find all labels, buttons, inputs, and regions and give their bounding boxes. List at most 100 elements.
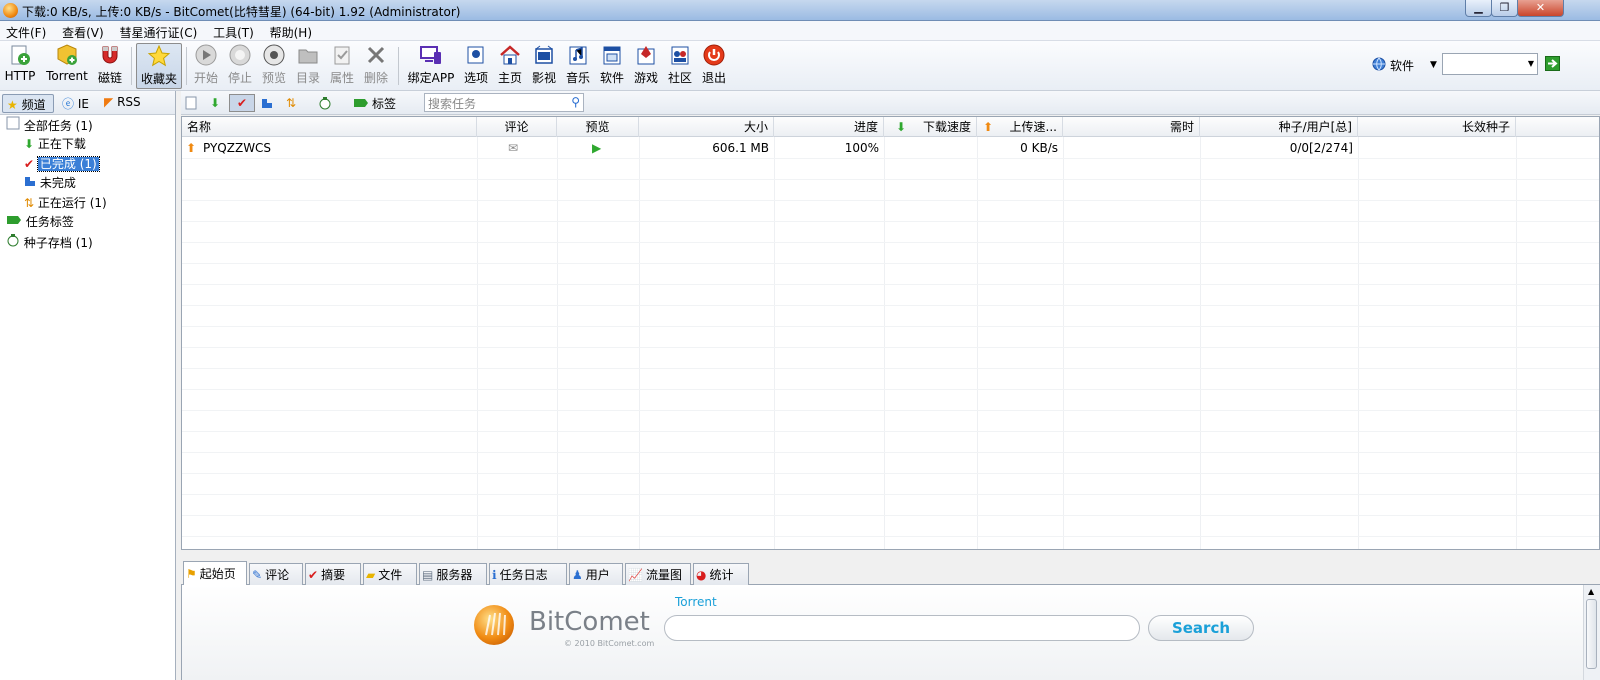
label-filter-button[interactable]: 标签 xyxy=(353,94,396,112)
torrent-button[interactable]: Torrent xyxy=(43,43,91,89)
filter-completed-button[interactable]: ✔ xyxy=(229,94,255,112)
options-icon xyxy=(464,43,488,67)
menu-help[interactable]: 帮助(H) xyxy=(264,21,318,41)
bind-app-button[interactable]: 绑定APP xyxy=(404,43,458,89)
start-button[interactable]: 开始 xyxy=(190,43,222,89)
filter-all-button[interactable] xyxy=(181,94,201,112)
preview-button[interactable]: 预览 xyxy=(258,43,290,89)
magnet-label: 磁链 xyxy=(97,71,122,85)
tree-completed[interactable]: ✔ 已完成 (1) xyxy=(24,155,100,174)
tab-label: 文件 xyxy=(378,567,403,582)
music-button[interactable]: 音乐 xyxy=(562,43,594,89)
column-header-size[interactable]: 大小 xyxy=(639,117,774,137)
column-header-progress[interactable]: 进度 xyxy=(774,117,884,137)
tree-label: 全部任务 (1) xyxy=(23,119,93,133)
tree-torrent-archive[interactable]: 种子存档 (1) xyxy=(6,233,93,252)
vertical-scrollbar[interactable]: ▲ xyxy=(1583,585,1600,680)
copyright-text: © 2010 BitComet.com xyxy=(564,639,655,648)
tab-ie[interactable]: ⓔ IE xyxy=(58,94,94,113)
menu-file[interactable]: 文件(F) xyxy=(0,21,52,41)
scrollbar-thumb[interactable] xyxy=(1586,599,1597,669)
detail-tab-bar: ⚑ 起始页 ✎ 评论 ✔ 摘要 ▰ 文件 ▤ 服务器 ℹ 任务日志 ♟ 用户 📈 流量图 ◕ 统计 xyxy=(181,561,1600,586)
software-button[interactable]: 软件 xyxy=(596,43,628,89)
exit-button[interactable]: 退出 xyxy=(698,43,730,89)
tab-statistics[interactable]: ◕ 统计 xyxy=(693,563,749,585)
torrent-search-button[interactable]: Search xyxy=(1148,615,1254,641)
row-divider xyxy=(182,473,1599,474)
task-search-input[interactable]: 搜索任务 ⚲ xyxy=(424,93,584,112)
arrow-down-green-icon: ⬇ xyxy=(896,120,907,134)
community-button[interactable]: 社区 xyxy=(664,43,696,89)
menu-passport[interactable]: 彗星通行证(C) xyxy=(114,21,204,41)
delete-button[interactable]: 删除 xyxy=(360,43,392,89)
filter-incomplete-button[interactable] xyxy=(257,94,277,112)
column-divider xyxy=(477,137,478,549)
tab-start-page[interactable]: ⚑ 起始页 xyxy=(183,561,247,586)
task-list-header: 名称 评论 预览 大小 进度 ⬇ 下载速度 ⬆ 上传速... 需时 种子/用户[… xyxy=(182,117,1599,137)
restore-button[interactable]: ❐ xyxy=(1491,0,1518,17)
column-header-eta[interactable]: 需时 xyxy=(1063,117,1200,137)
filter-archive-button[interactable] xyxy=(315,94,335,112)
video-button[interactable]: 影视 xyxy=(528,43,560,89)
tab-traffic-graph[interactable]: 📈 流量图 xyxy=(625,563,691,585)
torrent-search-input[interactable] xyxy=(664,615,1140,641)
tag-icon xyxy=(6,215,22,229)
close-button[interactable]: ✕ xyxy=(1517,0,1564,17)
filter-running-button[interactable]: ⇅ xyxy=(281,94,301,112)
tab-task-log[interactable]: ℹ 任务日志 xyxy=(489,563,567,585)
search-combo[interactable]: ▼ xyxy=(1442,53,1538,75)
chart-icon: 📈 xyxy=(628,567,643,582)
http-button[interactable]: HTTP xyxy=(3,43,37,89)
column-header-upload-speed[interactable]: ⬆ 上传速... xyxy=(977,117,1063,137)
minimize-button[interactable]: ▁ xyxy=(1465,0,1492,17)
favorites-button[interactable]: 收藏夹 xyxy=(136,43,182,89)
row-divider xyxy=(182,347,1599,348)
menu-view[interactable]: 查看(V) xyxy=(56,21,110,41)
tree-all-tasks[interactable]: 全部任务 (1) xyxy=(6,116,93,135)
tree-downloading[interactable]: ⬇ 正在下载 xyxy=(24,135,86,154)
column-header-comments[interactable]: 评论 xyxy=(477,117,557,137)
stop-button[interactable]: 停止 xyxy=(224,43,256,89)
options-button[interactable]: 选项 xyxy=(460,43,492,89)
page-icon xyxy=(185,96,197,110)
tree-incomplete[interactable]: 未完成 xyxy=(24,174,76,193)
menu-tools[interactable]: 工具(T) xyxy=(207,21,260,41)
comment-envelope-icon[interactable]: ✉ xyxy=(508,138,518,158)
column-header-long-seeds[interactable]: 长效种子 xyxy=(1358,117,1516,137)
home-button[interactable]: 主页 xyxy=(494,43,526,89)
tab-comments[interactable]: ✎ 评论 xyxy=(249,563,303,585)
go-arrow-button[interactable] xyxy=(1545,56,1560,71)
properties-label: 属性 xyxy=(329,71,354,85)
properties-button[interactable]: 属性 xyxy=(326,43,358,89)
tree-task-labels[interactable]: 任务标签 xyxy=(6,213,74,232)
table-row[interactable]: ⬆ PYQZZWCS ✉ ▶ 606.1 MB 100% 0 KB/s 0/0[… xyxy=(182,138,1599,158)
preview-play-icon[interactable]: ▶ xyxy=(592,138,601,158)
column-header-name[interactable]: 名称 xyxy=(182,117,477,137)
left-panel: ★ 频道 ⓔ IE ◤ RSS 全部任务 (1) ⬇ 正在下载 ✔ 已完成 (1… xyxy=(0,91,176,680)
scroll-up-icon[interactable]: ▲ xyxy=(1588,587,1594,596)
tree-running[interactable]: ⇅ 正在运行 (1) xyxy=(24,194,107,213)
search-category-select[interactable]: 软件 ▼ xyxy=(1372,56,1442,74)
video-icon xyxy=(532,43,556,67)
filter-downloading-button[interactable]: ⬇ xyxy=(205,94,225,112)
tab-files[interactable]: ▰ 文件 xyxy=(363,563,417,585)
games-button[interactable]: 游戏 xyxy=(630,43,662,89)
tab-channels[interactable]: ★ 频道 xyxy=(2,94,54,113)
tab-rss[interactable]: ◤ RSS xyxy=(100,94,148,113)
all-tasks-icon xyxy=(6,116,20,133)
column-header-seeds-peers[interactable]: 种子/用户[总] xyxy=(1200,117,1358,137)
column-header-preview[interactable]: 预览 xyxy=(557,117,639,137)
directory-button[interactable]: 目录 xyxy=(292,43,324,89)
task-size: 606.1 MB xyxy=(712,141,769,155)
column-header-download-speed[interactable]: ⬇ 下载速度 xyxy=(884,117,977,137)
user-icon: ♟ xyxy=(572,567,583,582)
tab-servers[interactable]: ▤ 服务器 xyxy=(419,563,487,585)
play-icon xyxy=(194,43,218,67)
magnet-button[interactable]: 磁链 xyxy=(95,43,125,89)
archive-icon xyxy=(319,97,331,110)
tab-summary[interactable]: ✔ 摘要 xyxy=(305,563,361,585)
tab-peers[interactable]: ♟ 用户 xyxy=(569,563,623,585)
star-icon xyxy=(147,44,171,68)
row-divider xyxy=(182,305,1599,306)
bitcomet-app-icon[interactable] xyxy=(3,3,18,18)
